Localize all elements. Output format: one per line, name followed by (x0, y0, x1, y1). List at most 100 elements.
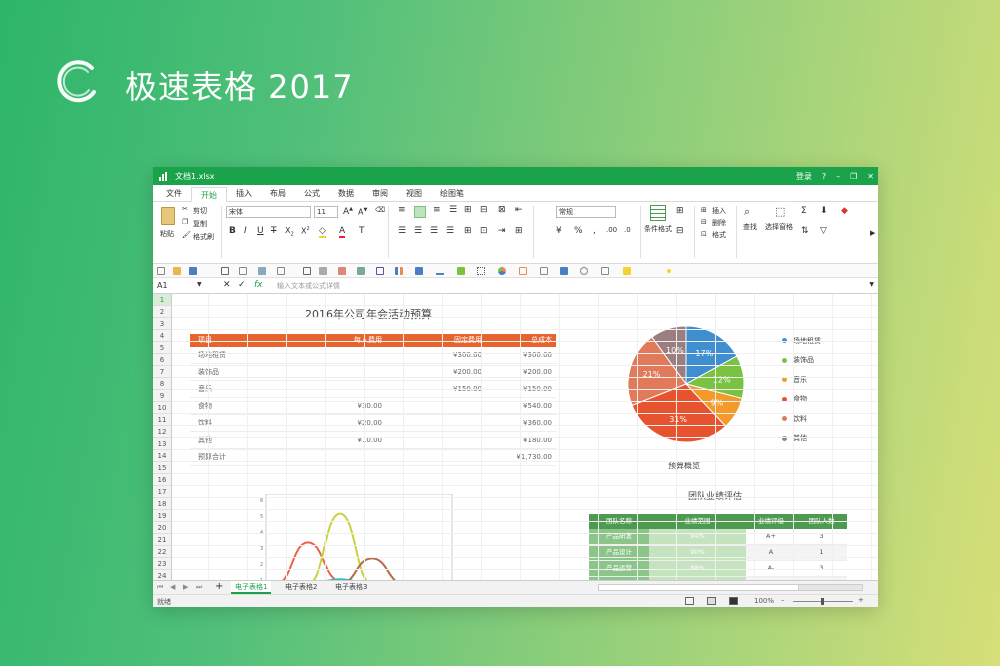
zoom-out-icon[interactable]: – (781, 596, 785, 604)
row-header-14[interactable]: 14 (153, 450, 172, 462)
scatter-chart-icon[interactable] (477, 267, 485, 275)
budget-cell[interactable]: ¥10.00 (340, 432, 383, 449)
delete-icon[interactable]: ⊟ (701, 218, 707, 226)
confirm-icon[interactable]: ✓ (238, 280, 246, 290)
row-header-20[interactable]: 20 (153, 522, 172, 534)
first-sheet-icon[interactable]: ⏮ (157, 583, 163, 592)
find-button[interactable]: 查找 (743, 222, 757, 232)
menu-layout[interactable]: 布局 (261, 186, 295, 201)
sort-icon[interactable]: ⇅ (801, 226, 809, 236)
format-icon[interactable]: ⊡ (701, 230, 707, 238)
row-header-7[interactable]: 7 (153, 366, 172, 378)
login-button[interactable]: 登录 (796, 171, 812, 182)
shrink-font-icon[interactable]: A▼ (358, 207, 367, 217)
symbol-icon[interactable] (580, 267, 588, 275)
row-header-19[interactable]: 19 (153, 510, 172, 522)
text-direction-icon[interactable]: ⊞ (515, 226, 523, 236)
increase-indent-icon[interactable]: ⇥ (498, 226, 506, 236)
orientation-icon[interactable]: ⊠ (498, 205, 506, 215)
merge-icon[interactable]: ⊞ (464, 205, 472, 215)
budget-cell[interactable]: 饮料 (198, 415, 212, 432)
menu-home[interactable]: 开始 (191, 187, 227, 202)
header-footer-icon[interactable] (560, 267, 568, 275)
row-header-10[interactable]: 10 (153, 402, 172, 414)
pie-chart-icon[interactable] (498, 267, 506, 275)
row-header-13[interactable]: 13 (153, 438, 172, 450)
normal-view-icon[interactable] (685, 597, 694, 605)
radar-chart-icon[interactable] (519, 267, 527, 275)
menu-formula[interactable]: 公式 (295, 186, 329, 201)
mail-icon[interactable] (239, 267, 247, 275)
open-file-icon[interactable] (173, 267, 181, 275)
menu-file[interactable]: 文件 (157, 186, 191, 201)
decrease-indent-icon[interactable]: ⇤ (515, 205, 523, 215)
clear-format-icon[interactable]: ⌫ (375, 206, 385, 214)
font-size-select[interactable]: 11 (314, 206, 338, 218)
budget-cell[interactable]: ¥1,730.00 (510, 449, 552, 466)
worksheet[interactable]: 2016年公司年会活动预算 项目 每人费用 固定费用 总成本 场地租赁 ¥300.00 ¥3… (172, 294, 878, 580)
row-header-3[interactable]: 3 (153, 318, 172, 330)
currency-icon[interactable]: ¥ (556, 226, 562, 236)
paste-button[interactable]: 粘贴 (160, 229, 174, 239)
sheet-tab-2[interactable]: 电子表格2 (281, 581, 321, 594)
sheet-tab-1[interactable]: 电子表格1 (231, 581, 272, 594)
minimize-button[interactable]: – (836, 172, 840, 181)
align-top-icon[interactable]: ≡ (398, 205, 406, 215)
indent-icon[interactable]: ⊟ (480, 205, 488, 215)
increase-decimal-icon[interactable]: .00 (606, 226, 617, 234)
print-icon[interactable] (221, 267, 229, 275)
menu-insert[interactable]: 插入 (227, 186, 261, 201)
budget-cell[interactable]: 其他 (198, 432, 212, 449)
textbox-icon[interactable] (540, 267, 548, 275)
row-header-21[interactable]: 21 (153, 534, 172, 546)
copy-icon[interactable]: ❐ (182, 218, 188, 226)
superscript-icon[interactable]: X2 (301, 226, 310, 236)
text-style-icon[interactable]: T (359, 226, 365, 236)
prev-sheet-icon[interactable]: ◀ (170, 583, 175, 591)
budget-cell[interactable]: ¥180.00 (510, 432, 552, 449)
marker-icon[interactable] (667, 269, 671, 273)
maximize-button[interactable]: ❐ (850, 172, 857, 181)
help-button[interactable]: ? (822, 172, 826, 181)
menu-pen[interactable]: 绘图笔 (431, 186, 473, 201)
distributed-icon[interactable]: ⊞ (464, 226, 472, 236)
align-middle-button[interactable] (414, 206, 426, 218)
menu-review[interactable]: 审阅 (363, 186, 397, 201)
align-right-icon[interactable]: ☰ (430, 226, 438, 236)
insert-button[interactable]: 插入 (712, 206, 726, 216)
comma-icon[interactable]: , (593, 226, 596, 236)
function-icon[interactable]: fx (254, 280, 263, 290)
border-icon[interactable]: ⊡ (480, 226, 488, 236)
row-header-5[interactable]: 5 (153, 342, 172, 354)
team-cell[interactable]: 3 (796, 529, 847, 544)
team-cell[interactable]: 94% (649, 529, 746, 544)
align-bottom-icon[interactable]: ≡ (433, 205, 441, 215)
row-header-9[interactable]: 9 (153, 390, 172, 402)
table-icon[interactable] (303, 267, 311, 275)
name-box[interactable]: A1 (157, 281, 168, 290)
row-header-6[interactable]: 6 (153, 354, 172, 366)
expand-icon[interactable]: ▼ (869, 281, 874, 288)
percent-icon[interactable]: % (574, 226, 583, 236)
row-header-4[interactable]: 4 (153, 330, 172, 342)
close-button[interactable]: ✕ (867, 172, 874, 181)
list-icon[interactable] (319, 267, 327, 275)
italic-icon[interactable]: I (244, 226, 247, 236)
add-sheet-icon[interactable]: + (215, 581, 223, 592)
equation-icon[interactable] (601, 267, 609, 275)
budget-cell[interactable]: ¥20.00 (340, 415, 383, 432)
subscript-icon[interactable]: X2 (285, 226, 294, 238)
page-layout-icon[interactable] (707, 597, 716, 605)
shapes-icon[interactable] (338, 267, 346, 275)
bold-icon[interactable]: B (229, 226, 236, 236)
save-icon[interactable] (189, 267, 197, 275)
filter-icon[interactable]: ▽ (820, 226, 827, 236)
menu-data[interactable]: 数据 (329, 186, 363, 201)
budget-cell[interactable]: ¥200.00 (510, 364, 552, 381)
budget-cell[interactable]: ¥200.00 (440, 364, 482, 381)
row-header-11[interactable]: 11 (153, 414, 172, 426)
budget-cell[interactable]: ¥300.00 (440, 347, 482, 364)
eraser-icon[interactable]: ◆ (841, 206, 848, 216)
last-sheet-icon[interactable]: ⏭ (196, 583, 202, 592)
table-style-icon[interactable]: ⊞ (676, 206, 684, 216)
